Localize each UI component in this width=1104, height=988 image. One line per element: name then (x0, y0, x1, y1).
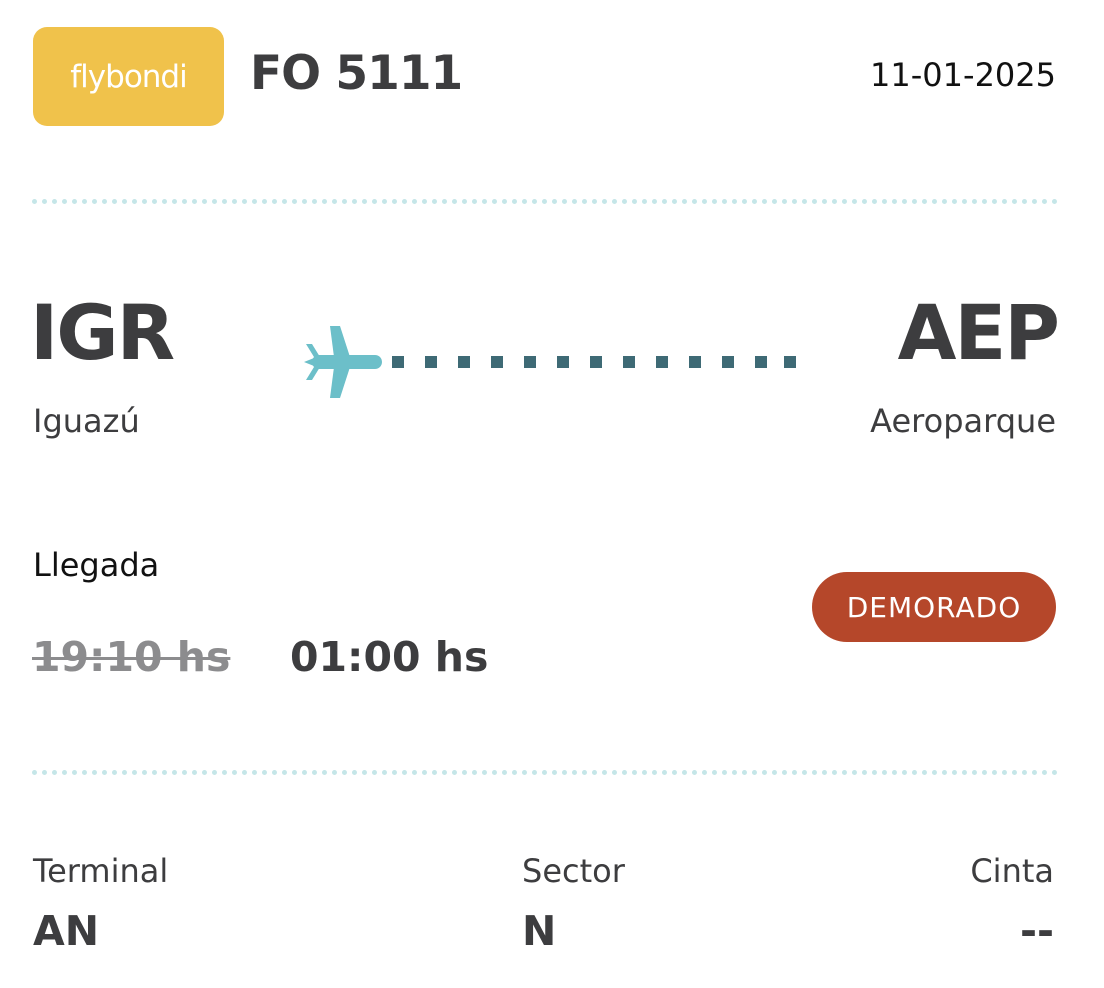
bottom-divider (32, 770, 1058, 775)
terminal-label: Terminal (33, 852, 169, 890)
airline-logo-text: flybondi (70, 58, 187, 95)
belt-label: Cinta (970, 852, 1054, 890)
origin-code: IGR (30, 288, 175, 377)
destination-code: AEP (897, 288, 1060, 377)
belt-value: -- (1019, 907, 1054, 955)
destination-city: Aeroparque (870, 402, 1056, 440)
estimated-arrival-time: 01:00 hs (290, 633, 489, 681)
sector-value: N (522, 907, 557, 955)
airline-logo: flybondi (33, 27, 224, 126)
flight-number: FO 5111 (250, 46, 463, 101)
terminal-value: AN (33, 907, 100, 955)
sector-label: Sector (522, 852, 625, 890)
route-graphic (304, 326, 796, 398)
scheduled-arrival-time: 19:10 hs (32, 633, 231, 681)
arrival-label: Llegada (33, 546, 160, 584)
airplane-icon (304, 326, 382, 398)
status-badge: DEMORADO (812, 572, 1056, 642)
top-divider (32, 199, 1058, 204)
origin-city: Iguazú (33, 402, 140, 440)
route-dotted-line (392, 356, 796, 368)
flight-date: 11-01-2025 (870, 56, 1056, 94)
